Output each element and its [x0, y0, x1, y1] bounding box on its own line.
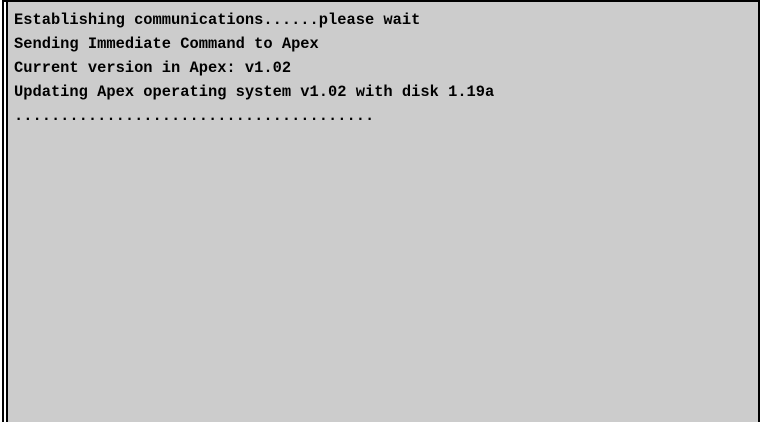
console-line-version: Current version in Apex: v1.02 — [14, 59, 292, 77]
console-line-update: Updating Apex operating system v1.02 wit… — [14, 83, 495, 101]
console-progress-dots: ....................................... — [14, 107, 375, 125]
console-line-command: Sending Immediate Command to Apex — [14, 35, 319, 53]
window-frame-right — [758, 0, 760, 422]
console-line-status: Establishing communications......please … — [14, 11, 421, 29]
console-output: Establishing communications......please … — [14, 8, 494, 128]
terminal-window: Establishing communications......please … — [0, 0, 764, 422]
window-frame-left-outer — [2, 0, 4, 422]
